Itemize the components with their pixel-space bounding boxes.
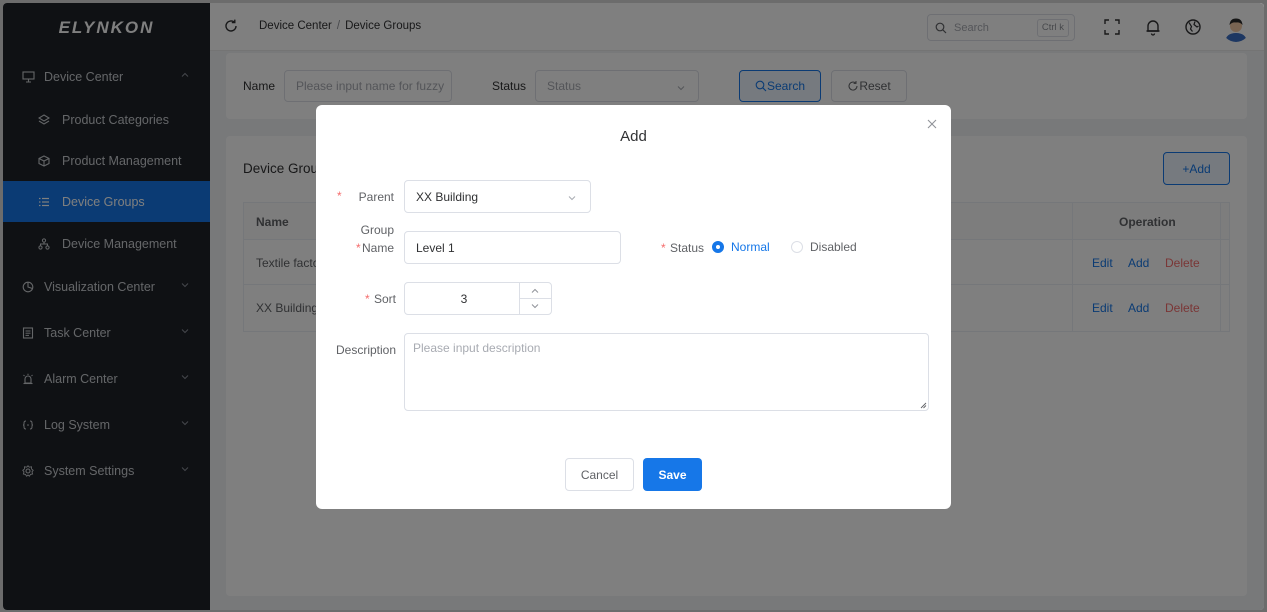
close-icon[interactable] — [927, 119, 937, 129]
chevron-up-icon[interactable] — [530, 286, 540, 296]
sort-value: 3 — [460, 292, 468, 306]
radio-dot — [791, 241, 803, 253]
description-label: Description — [336, 343, 397, 357]
save-button[interactable]: Save — [643, 458, 702, 491]
stepper-divider — [520, 298, 551, 299]
status-radio-disabled[interactable]: Disabled — [791, 240, 857, 254]
cancel-button[interactable]: Cancel — [565, 458, 634, 491]
chevron-down-icon[interactable] — [530, 301, 540, 311]
group-name-value: Level 1 — [416, 240, 455, 255]
parent-label: Parent — [358, 190, 394, 204]
group-name-label-line1: Group — [360, 223, 394, 237]
group-name-label-line2: Name — [361, 241, 394, 255]
app-frame: ELYNKON Device Center Product Categories… — [3, 3, 1264, 610]
sort-stepper[interactable]: 3 — [404, 282, 552, 315]
required-mark: * — [365, 292, 370, 306]
radio-label: Normal — [731, 240, 770, 254]
parent-select[interactable]: XX Building — [404, 180, 591, 213]
radio-dot — [712, 241, 724, 253]
status-label: Status — [670, 241, 705, 255]
resize-handle-icon[interactable] — [920, 402, 927, 409]
group-name-input[interactable]: Level 1 — [404, 231, 621, 264]
dialog-title: Add — [620, 128, 647, 145]
parent-value: XX Building — [416, 189, 479, 204]
description-placeholder: Please input description — [413, 341, 541, 355]
description-textarea[interactable]: Please input description — [404, 333, 929, 411]
radio-label: Disabled — [810, 240, 857, 254]
sort-label: Sort — [374, 292, 397, 306]
chevron-down-icon — [568, 196, 576, 201]
add-dialog: Add * Parent XX Building Group * Name Le… — [316, 105, 951, 509]
status-radio-normal[interactable]: Normal — [712, 240, 770, 254]
required-mark: * — [661, 241, 666, 255]
